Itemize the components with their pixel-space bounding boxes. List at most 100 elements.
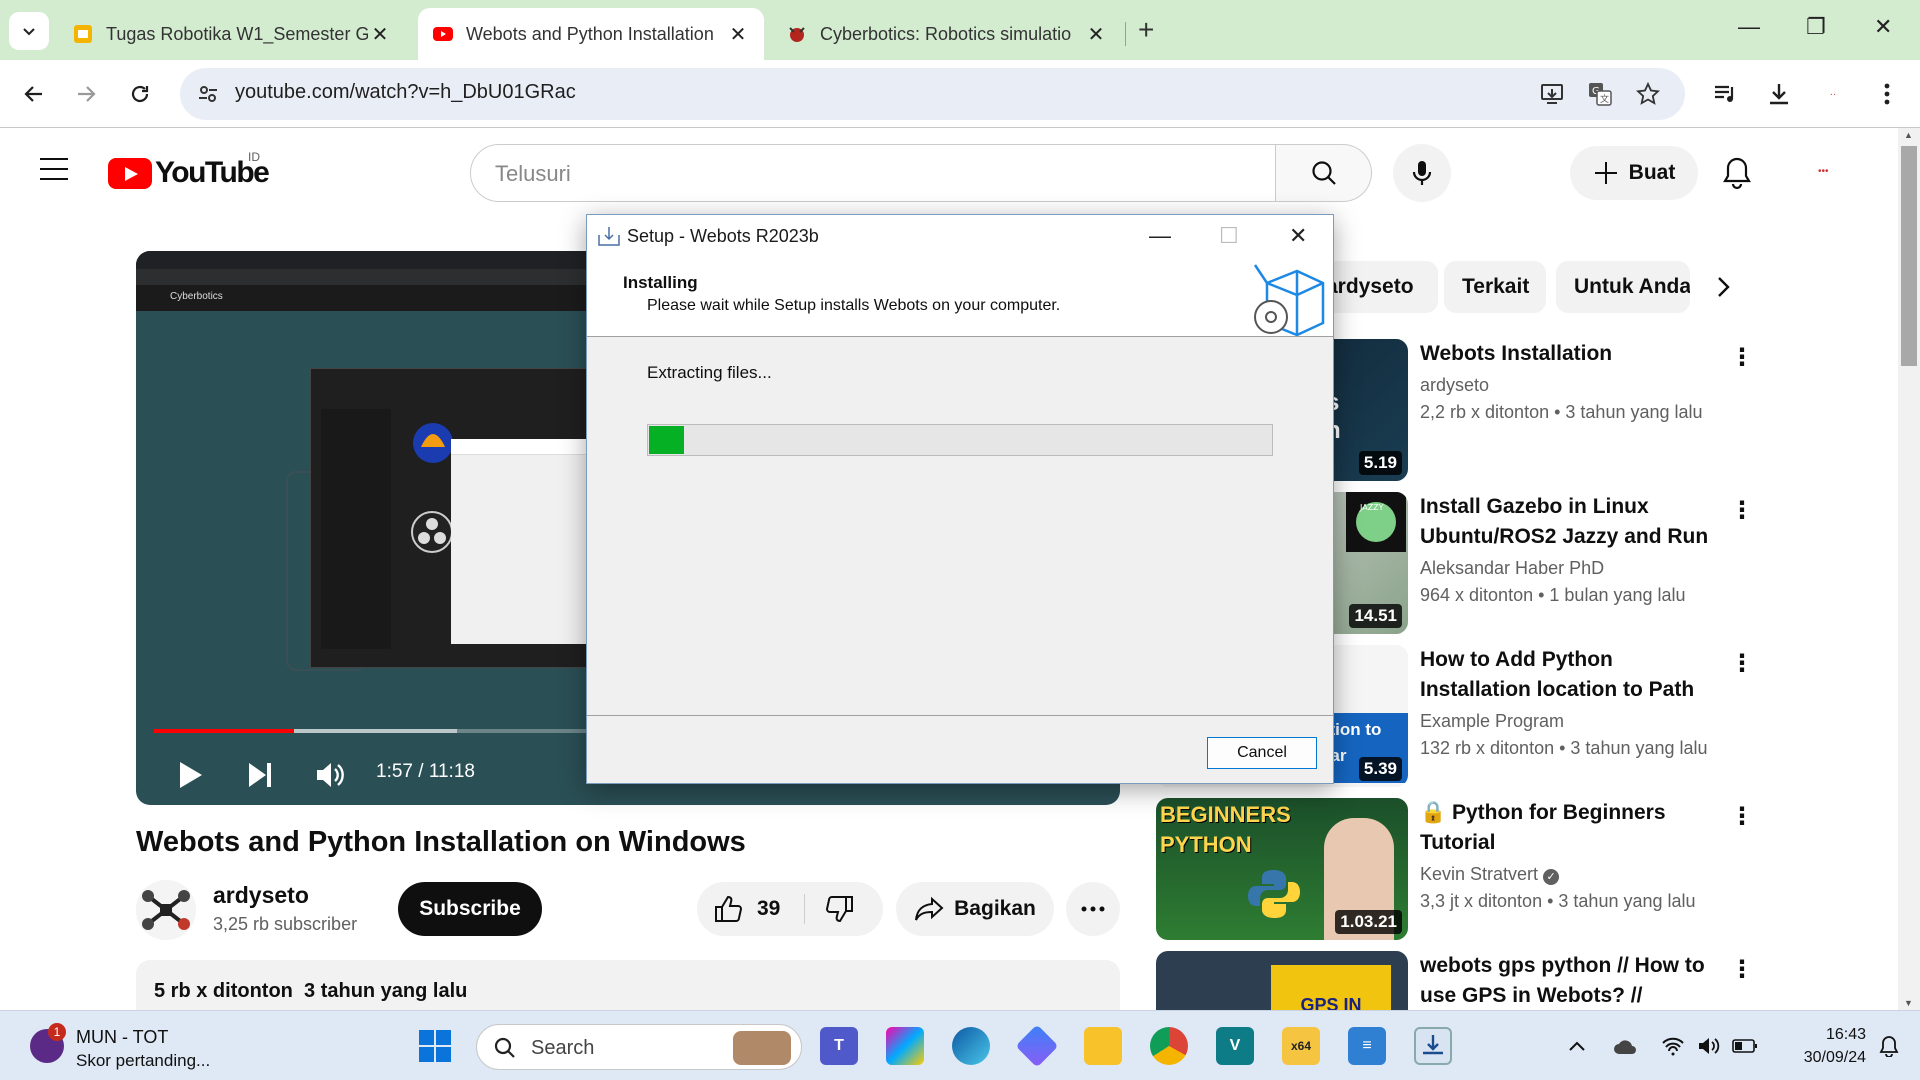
page-scrollbar[interactable]: ▲ ▼ <box>1898 128 1920 1010</box>
x64-app-icon[interactable]: x64 <box>1282 1027 1320 1065</box>
dialog-titlebar[interactable]: Setup - Webots R2023b — ☐ ✕ <box>587 215 1333 257</box>
plus-icon <box>1594 162 1617 184</box>
download-icon[interactable] <box>1762 77 1796 111</box>
start-button[interactable] <box>416 1027 454 1065</box>
scrollbar-thumb[interactable] <box>1901 146 1917 366</box>
youtube-logo[interactable]: YouTube ID <box>108 150 270 190</box>
video-meta: 5 rb x ditonton 3 tahun yang lalu <box>154 980 467 1003</box>
site-info-icon[interactable] <box>194 80 222 108</box>
dislike-button[interactable] <box>825 894 855 929</box>
drone-avatar-icon <box>136 880 196 940</box>
search-button[interactable] <box>1276 144 1372 202</box>
search-input[interactable]: Telusuri <box>470 144 1276 202</box>
clock-time: 16:43 <box>1825 1026 1866 1043</box>
forward-button[interactable] <box>70 78 102 110</box>
browser-toolbar: youtube.com/watch?v=h_DbU01GRac G文 ·· <box>0 60 1920 128</box>
kebab-menu-icon[interactable] <box>1870 77 1904 111</box>
tab-webots-python[interactable]: Webots and Python Installation ✕ <box>418 8 764 60</box>
tab-search-button[interactable] <box>9 12 49 50</box>
video-title: Install Gazebo in Linux Ubuntu/ROS2 Jazz… <box>1420 495 1709 548</box>
close-icon[interactable]: ✕ <box>1084 22 1108 47</box>
restore-button[interactable]: ❐ <box>1806 14 1826 40</box>
teams-app-icon[interactable]: T <box>820 1027 858 1065</box>
translate-icon[interactable]: G文 <box>1586 80 1614 108</box>
taskbar-search-placeholder: Search <box>531 1037 595 1059</box>
profile-avatar[interactable]: ·· <box>1816 77 1850 111</box>
channel-name[interactable]: ardyseto <box>213 882 309 909</box>
next-button[interactable] <box>246 759 274 796</box>
volume-icon[interactable] <box>1696 1033 1722 1059</box>
close-window-button[interactable]: ✕ <box>1874 14 1892 40</box>
video-meta: 3,3 jt x ditonton • 3 tahun yang lalu <box>1420 891 1696 911</box>
thumbnail-text: GPS IN <box>1271 965 1391 1010</box>
blue-app-icon[interactable] <box>1015 1024 1059 1068</box>
cloud-icon[interactable] <box>1612 1033 1638 1059</box>
chip-related[interactable]: Terkait <box>1444 261 1546 313</box>
tab-tugas-robotika[interactable]: Tugas Robotika W1_Semester G ✕ <box>58 8 406 60</box>
scroll-up-icon[interactable]: ▲ <box>1904 130 1913 140</box>
back-button[interactable] <box>18 78 50 110</box>
channel-avatar[interactable] <box>136 880 196 940</box>
widgets-button[interactable]: 1 MUN - TOT Skor pertanding... <box>30 1021 270 1071</box>
notepad-app-icon[interactable]: ≡ <box>1348 1027 1386 1065</box>
notification-bell-icon[interactable] <box>1876 1033 1902 1059</box>
share-button[interactable]: Bagikan <box>896 882 1054 936</box>
close-icon[interactable]: ✕ <box>368 22 392 47</box>
volume-button[interactable] <box>314 759 346 796</box>
subscribe-button[interactable]: Subscribe <box>398 882 542 936</box>
video-frame-sidebar <box>321 409 391 649</box>
like-button[interactable] <box>713 894 743 929</box>
kebab-menu-icon[interactable]: ⋮ <box>1730 955 1746 984</box>
play-icon <box>180 762 202 788</box>
minimize-button[interactable]: — <box>1738 14 1760 40</box>
install-progress-fill <box>649 426 685 454</box>
kebab-menu-icon[interactable]: ⋮ <box>1730 802 1754 831</box>
dialog-close-button[interactable]: ✕ <box>1289 223 1307 249</box>
dialog-minimize-button[interactable]: — <box>1149 223 1171 249</box>
kebab-menu-icon[interactable]: ⋮ <box>1730 649 1754 678</box>
create-button[interactable]: Buat <box>1570 146 1698 200</box>
search-icon <box>1311 161 1336 185</box>
chevron-up-icon[interactable] <box>1564 1033 1590 1059</box>
video-thumbnail[interactable]: BEGINNERS PYTHON 1.03.21 <box>1156 798 1408 940</box>
installer-app-icon[interactable] <box>1414 1027 1452 1065</box>
video-title: Webots Installation <box>1420 342 1613 365</box>
video-meta: 132 rb x ditonton • 3 tahun yang lalu <box>1420 738 1708 758</box>
tab-title: Cyberbotics: Robotics simulatio <box>820 23 1072 44</box>
widget-title: MUN - TOT <box>76 1027 169 1047</box>
voice-search-button[interactable] <box>1393 144 1451 202</box>
file-explorer-app-icon[interactable] <box>1084 1027 1122 1065</box>
wifi-icon[interactable] <box>1660 1033 1686 1059</box>
kebab-menu-icon[interactable]: ⋮ <box>1730 496 1754 525</box>
chip-for-you[interactable]: Untuk Anda <box>1556 261 1690 313</box>
install-app-icon[interactable] <box>1538 80 1566 108</box>
chrome-app-icon[interactable] <box>1150 1027 1188 1065</box>
recommended-video[interactable]: GPS IN webots gps python // How to use G… <box>1156 951 1746 1010</box>
more-actions-button[interactable] <box>1066 882 1120 936</box>
scroll-down-icon[interactable]: ▼ <box>1904 998 1913 1008</box>
taskbar-search[interactable]: Search <box>476 1024 802 1070</box>
reload-button[interactable] <box>124 78 156 110</box>
notifications-bell-icon[interactable] <box>1722 156 1756 190</box>
tab-cyberbotics[interactable]: Cyberbotics: Robotics simulatio ✕ <box>772 8 1122 60</box>
setup-dialog: Setup - Webots R2023b — ☐ ✕ Installing P… <box>586 214 1334 784</box>
account-avatar[interactable]: ••• <box>1818 166 1829 177</box>
address-bar[interactable]: youtube.com/watch?v=h_DbU01GRac G文 <box>180 68 1685 120</box>
close-icon[interactable]: ✕ <box>726 22 750 47</box>
battery-icon[interactable] <box>1732 1033 1758 1059</box>
menu-icon[interactable] <box>40 158 68 180</box>
media-controls-icon[interactable] <box>1708 77 1742 111</box>
play-button[interactable] <box>176 759 204 796</box>
system-clock[interactable]: 16:43 30/09/24 <box>1776 1023 1866 1069</box>
upload-age: 3 tahun yang lalu <box>304 980 468 1002</box>
chevron-right-icon[interactable] <box>1712 274 1734 300</box>
cancel-button[interactable]: Cancel <box>1207 737 1317 769</box>
edge-app-icon[interactable] <box>952 1027 990 1065</box>
vscode-app-icon[interactable]: V <box>1216 1027 1254 1065</box>
bookmark-star-icon[interactable] <box>1634 80 1662 108</box>
recommended-video[interactable]: BEGINNERS PYTHON 1.03.21 🔒 Python for Be… <box>1156 798 1754 940</box>
copilot-app-icon[interactable] <box>886 1027 924 1065</box>
video-thumbnail[interactable]: GPS IN <box>1156 951 1408 1010</box>
kebab-menu-icon[interactable]: ⋮ <box>1730 343 1754 372</box>
new-tab-button[interactable]: + <box>1138 14 1154 46</box>
